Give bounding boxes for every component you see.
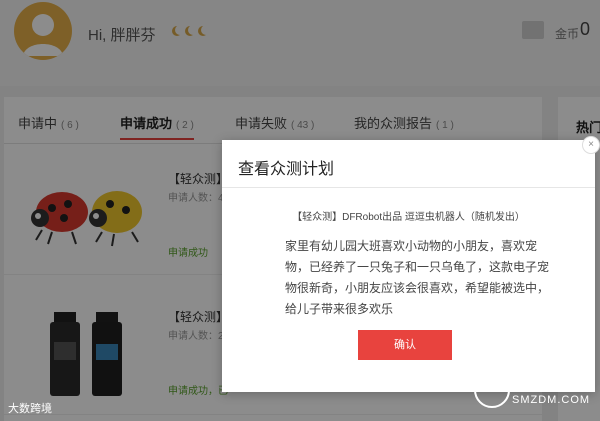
modal-product-name: 【轻众测】DFRobot出品 逗逗虫机器人（随机发出） <box>292 212 525 223</box>
modal-title: 查看众测计划 <box>238 161 335 178</box>
watermark-right-en: SMZDM.COM <box>512 394 591 406</box>
plan-modal: 查看众测计划 × 【轻众测】DFRobot出品 逗逗虫机器人（随机发出） 家里有… <box>222 136 600 392</box>
confirm-button[interactable]: 确认 <box>358 330 452 360</box>
modal-divider <box>222 187 595 188</box>
modal-plan-text: 家里有幼儿园大班喜欢小动物的小朋友，喜欢宠物，已经养了一只兔子和一只乌龟了，这款… <box>285 239 550 316</box>
watermark-left: 大数跨境 <box>8 403 52 415</box>
close-icon[interactable]: × <box>582 136 600 154</box>
watermark-right-cn: 什么值得买 <box>512 376 592 392</box>
smzdm-logo-icon <box>474 372 510 408</box>
